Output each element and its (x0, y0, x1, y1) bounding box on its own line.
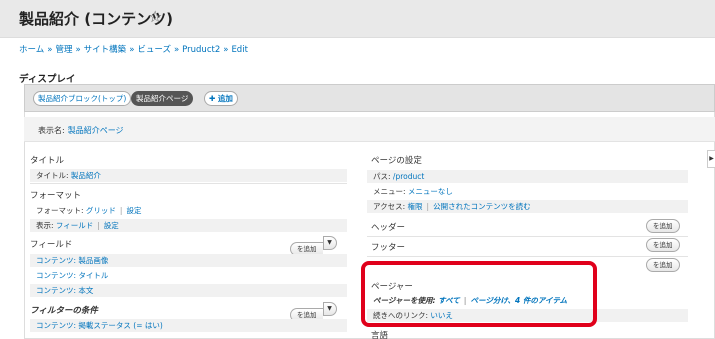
chevron-down-icon[interactable]: ▼ (322, 236, 337, 250)
access-row: アクセス: 権限 | 公開されたコンテンツを読む (367, 200, 688, 213)
field-product-image-link[interactable]: コンテンツ: 製品画像 (36, 256, 108, 265)
fields-add-group: を追加▼ (290, 236, 337, 256)
title-row: タイトル: 製品紹介 (30, 169, 347, 182)
display-name-label: 表示名: (38, 126, 65, 135)
breadcrumb-home[interactable]: ホーム (19, 45, 44, 55)
breadcrumb-structure[interactable]: サイト構築 (84, 45, 127, 55)
show-fields-link[interactable]: フィールド (56, 221, 93, 230)
filters-section-heading: フィルターの条件 (30, 306, 98, 316)
tab-block-top[interactable]: 製品紹介ブロック(トップ) (33, 91, 132, 106)
display-section-label: ディスプレイ (19, 74, 76, 85)
filter-status-link[interactable]: コンテンツ: 掲載ステータス (= はい) (36, 321, 163, 330)
path-row: パス: /product (367, 170, 688, 183)
fields-section-heading: フィールド (30, 240, 73, 250)
format-settings-link[interactable]: 設定 (126, 206, 141, 215)
breadcrumb: ホーム» 管理» サイト構築» ビューズ» Pruduct2» Edit (19, 45, 248, 55)
field-body-link[interactable]: コンテンツ: 本文 (36, 286, 93, 295)
language-section-heading: 言語 (371, 331, 389, 339)
breadcrumb-view[interactable]: Pruduct2 (182, 45, 220, 55)
show-row: 表示: フィールド | 設定 (30, 219, 347, 232)
header-section-heading: ヘッダー (371, 223, 406, 233)
menu-link[interactable]: メニューなし (408, 187, 453, 196)
no-results-add-button[interactable]: を追加 (646, 258, 680, 272)
display-name-row: 表示名: 製品紹介ページ (24, 117, 715, 142)
format-grid-link[interactable]: グリッド (86, 206, 116, 215)
tab-product-page[interactable]: 製品紹介ページ (131, 91, 194, 106)
chevron-down-icon[interactable]: ▼ (322, 302, 337, 316)
footer-section-heading: フッター (371, 243, 406, 253)
field-title-link[interactable]: コンテンツ: タイトル (36, 271, 108, 280)
title-section-heading: タイトル (30, 156, 65, 166)
show-settings-link[interactable]: 設定 (104, 221, 119, 230)
star-icon[interactable]: ☆ (148, 7, 162, 26)
filters-add-group: を追加▼ (290, 302, 337, 322)
access-detail-link[interactable]: 公開されたコンテンツを読む (433, 202, 531, 211)
display-name-link[interactable]: 製品紹介ページ (68, 126, 124, 135)
title-value-link[interactable]: 製品紹介 (71, 171, 101, 180)
format-section-heading: フォーマット (30, 191, 82, 201)
list-item: コンテンツ: 掲載ステータス (= はい) (30, 319, 347, 332)
header-add-button[interactable]: を追加 (646, 219, 680, 233)
path-link[interactable]: /product (393, 172, 424, 181)
add-display-button[interactable]: ✚ 追加 (204, 91, 238, 106)
breadcrumb-edit[interactable]: Edit (231, 45, 247, 55)
breadcrumb-views[interactable]: ビューズ (137, 45, 171, 55)
page-settings-heading: ページの設定 (371, 156, 422, 166)
list-item: コンテンツ: タイトル (30, 269, 347, 282)
access-permission-link[interactable]: 権限 (408, 202, 423, 211)
menu-row: メニュー: メニューなし (373, 187, 453, 196)
list-item: コンテンツ: 本文 (30, 284, 347, 297)
highlight-annotation (361, 261, 597, 327)
format-row: フォーマット: グリッド | 設定 (36, 206, 142, 215)
collapse-arrow-icon[interactable]: ▶ (707, 150, 715, 168)
display-tabs-bar: 製品紹介ブロック(トップ) 製品紹介ページ ✚ 追加 (24, 84, 715, 112)
title-bar: 製品紹介 (コンテンツ) ☆ (0, 0, 715, 38)
list-item: コンテンツ: 製品画像 (30, 254, 347, 267)
breadcrumb-admin[interactable]: 管理 (55, 45, 72, 55)
footer-add-button[interactable]: を追加 (646, 238, 680, 252)
